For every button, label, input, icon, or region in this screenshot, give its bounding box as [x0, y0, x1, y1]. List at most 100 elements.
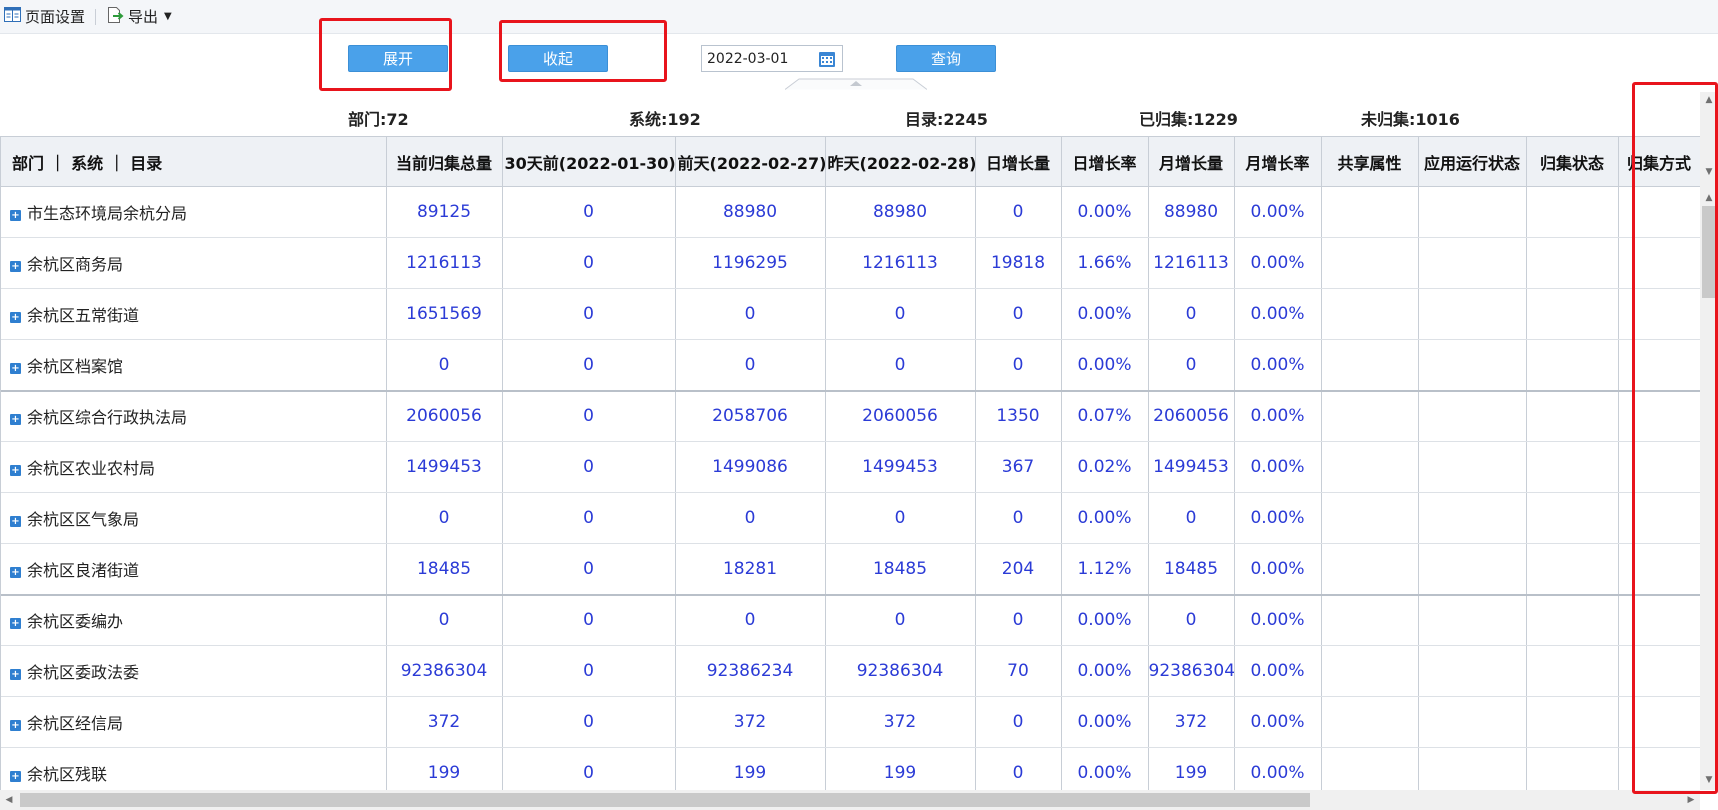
vertical-scroll-thumb[interactable] — [1702, 206, 1716, 298]
toolbar-divider — [95, 8, 97, 25]
expand-row-icon[interactable]: + — [10, 261, 21, 272]
table-cell: 92386304 — [386, 645, 503, 697]
department-name: 余杭区商务局 — [27, 255, 124, 274]
column-header: 归集方式 — [1618, 136, 1700, 187]
collapse-button[interactable]: 收起 — [508, 45, 608, 72]
caret-down-icon: ▼ — [164, 11, 172, 22]
table-cell: 0 — [502, 237, 676, 289]
expand-row-icon[interactable]: + — [10, 618, 21, 630]
scroll-down-icon[interactable]: ▼ — [1700, 164, 1718, 180]
table-cell: 0 — [1148, 339, 1235, 392]
stat-catalogs: 目录:2245 — [905, 110, 988, 129]
table-cell: 0.02% — [1061, 441, 1149, 493]
query-button[interactable]: 查询 — [896, 45, 996, 72]
table-row[interactable]: + 余杭区档案馆 0 0 0 0 0 0.00% 0 0.00% — [1, 339, 1700, 392]
date-input[interactable] — [702, 46, 814, 71]
scroll-right-icon[interactable]: ▶ — [1682, 792, 1700, 808]
page-setup-label: 页面设置 — [25, 8, 86, 26]
table-cell: 0 — [825, 339, 976, 392]
column-header: 日增长率 — [1061, 136, 1149, 187]
table-cell — [1418, 390, 1527, 442]
table-row[interactable]: + 余杭区农业农村局 1499453 0 1499086 1499453 367 0.02% 1… — [1, 441, 1700, 493]
table-cell: 0 — [975, 696, 1062, 748]
table-row[interactable]: + 余杭区区气象局 0 0 0 0 0 0.00% 0 0.00% — [1, 492, 1700, 544]
table-cell: 0.00% — [1234, 594, 1322, 646]
department-name: 余杭区综合行政执法局 — [27, 408, 188, 428]
table-cell: 0 — [825, 594, 976, 646]
table-cell — [1618, 237, 1700, 289]
expand-row-icon[interactable]: + — [10, 720, 21, 731]
table-cell — [1321, 492, 1419, 544]
table-cell: 0 — [502, 339, 676, 392]
table-cell: 0 — [386, 339, 503, 392]
department-name: 余杭区区气象局 — [27, 510, 140, 529]
table-cell — [1418, 339, 1527, 392]
table-cell: 0.00% — [1234, 390, 1322, 442]
stat-departments: 部门:72 — [348, 110, 409, 129]
table-row[interactable]: + 市生态环境局余杭分局 89125 0 88980 88980 0 0.00% 88980 0.… — [1, 186, 1700, 238]
table-cell: 199 — [675, 747, 826, 790]
table-cell: 372 — [1148, 696, 1235, 748]
table-row[interactable]: + 余杭区商务局 1216113 0 1196295 1216113 19818 1.66% 1… — [1, 237, 1700, 289]
table-cell — [1618, 441, 1700, 493]
expand-row-icon[interactable]: + — [10, 414, 21, 426]
table-cell — [1321, 339, 1419, 392]
table-cell: 0 — [502, 186, 676, 238]
table-cell: 204 — [975, 543, 1062, 596]
horizontal-scroll-thumb[interactable] — [20, 793, 1310, 807]
table-cell — [1526, 390, 1619, 442]
table-row[interactable]: + 余杭区残联 199 0 199 199 0 0.00% 199 0.00% — [1, 747, 1700, 790]
date-picker[interactable] — [701, 45, 843, 72]
table-cell: 1499453 — [386, 441, 503, 493]
panel-collapse-handle[interactable] — [784, 75, 928, 90]
export-button[interactable]: 导出 ▼ — [102, 0, 176, 34]
page-setup-button[interactable]: 页面设置 — [0, 0, 89, 34]
expand-row-icon[interactable]: + — [10, 566, 21, 578]
table-cell — [1526, 288, 1619, 340]
expand-row-icon[interactable]: + — [10, 669, 21, 680]
table-row[interactable]: + 余杭区委编办 0 0 0 0 0 0.00% 0 0.00% — [1, 594, 1700, 646]
expand-row-icon[interactable]: + — [10, 362, 21, 374]
department-name: 余杭区委编办 — [27, 612, 124, 632]
scroll-up-icon[interactable]: ▲ — [1700, 190, 1718, 206]
expand-button[interactable]: 展开 — [348, 45, 448, 72]
table-cell: 0 — [675, 288, 826, 340]
table-cell: 92386304 — [825, 645, 976, 697]
horizontal-scrollbar[interactable]: ◀ ▶ — [0, 790, 1700, 810]
vertical-scrollbar[interactable]: ▲ ▼ ▲ ▼ — [1700, 92, 1718, 790]
table-row[interactable]: + 余杭区良渚街道 18485 0 18281 18485 204 1.12% 18485 0.0… — [1, 543, 1700, 596]
expand-row-icon[interactable]: + — [10, 771, 21, 782]
calendar-icon[interactable] — [814, 46, 840, 71]
table-cell — [1526, 237, 1619, 289]
table-cell: 1499453 — [1148, 441, 1235, 493]
table-cell: 0.00% — [1061, 339, 1149, 392]
scroll-down-icon[interactable]: ▼ — [1700, 772, 1718, 788]
column-header: 共享属性 — [1321, 136, 1419, 187]
table-row[interactable]: + 余杭区综合行政执法局 2060056 0 2058706 2060056 1350 0.0… — [1, 390, 1700, 442]
table-cell — [1618, 492, 1700, 544]
expand-row-icon[interactable]: + — [10, 465, 21, 476]
table-cell: 0 — [825, 288, 976, 340]
table-cell: 1499086 — [675, 441, 826, 493]
expand-row-icon[interactable]: + — [10, 312, 21, 323]
table-cell: 2060056 — [1148, 390, 1235, 442]
table-cell: 92386304 — [1148, 645, 1235, 697]
table-cell — [1618, 186, 1700, 238]
table-cell: 0 — [502, 492, 676, 544]
expand-row-icon[interactable]: + — [10, 516, 21, 527]
table-row[interactable]: + 余杭区五常街道 1651569 0 0 0 0 0.00% 0 0.00% — [1, 288, 1700, 340]
expand-row-icon[interactable]: + — [10, 210, 21, 221]
department-name: 余杭区五常街道 — [27, 306, 140, 325]
export-icon — [106, 6, 124, 28]
department-cell: + 余杭区商务局 — [1, 237, 387, 289]
scroll-left-icon[interactable]: ◀ — [0, 792, 18, 808]
filter-bar: 展开 收起 查询 部门:72 系统:192 目录:2245 已归集:1229 未… — [0, 34, 1718, 134]
table-cell: 2058706 — [675, 390, 826, 442]
department-cell: + 余杭区农业农村局 — [1, 441, 387, 493]
table-cell — [1321, 747, 1419, 790]
table-row[interactable]: + 余杭区委政法委 92386304 0 92386234 92386304 70 0.00%… — [1, 645, 1700, 697]
department-cell: + 市生态环境局余杭分局 — [1, 186, 387, 238]
scroll-up-icon[interactable]: ▲ — [1700, 92, 1718, 108]
table-cell — [1418, 186, 1527, 238]
table-row[interactable]: + 余杭区经信局 372 0 372 372 0 0.00% 372 0.00% — [1, 696, 1700, 748]
